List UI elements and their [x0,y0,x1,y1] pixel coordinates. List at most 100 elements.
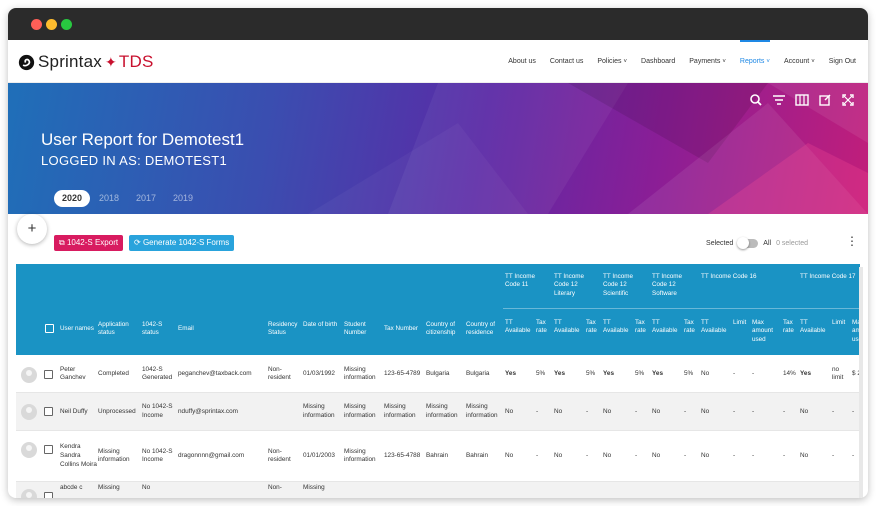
column-header[interactable]: Tax rate [586,319,602,336]
top-navigation: Sprintax ✦ TDS About us Contact us Policie… [8,40,868,83]
generate-label: Generate 1042-S Forms [142,238,230,247]
column-header[interactable]: User names [60,325,96,333]
nav-item-about-us[interactable]: About us [508,40,536,83]
avatar [21,366,37,383]
refresh-icon: ⟳ [134,238,143,247]
year-tab-2017[interactable]: 2017 [128,190,164,207]
table-cell: - [536,452,539,460]
year-tab-2019[interactable]: 2019 [165,190,201,207]
column-header[interactable]: TT Available [800,319,828,336]
nav-item-label: Sign Out [828,58,856,65]
avatar [21,489,37,498]
column-header[interactable]: Application status [98,321,140,338]
table-cell: Yes [652,370,664,378]
table-cell: 123-65-4789 [384,370,421,378]
column-header[interactable]: Tax rate [684,319,700,336]
table-cell: - [852,452,855,460]
year-tab-2018[interactable]: 2018 [91,190,127,207]
table-cell: No [554,407,563,415]
group-divider [503,308,860,309]
table-cell: Missing [98,484,120,491]
column-header[interactable]: TT Available [505,319,535,336]
nav-item-dashboard[interactable]: Dashboard [641,40,675,83]
filter-icon[interactable] [771,92,787,108]
table-cell: - [733,407,736,415]
nav-item-reports[interactable]: Reports ˅ [739,40,770,83]
column-header[interactable]: Email [178,325,258,333]
table-cell: Bulgaria [426,370,450,378]
table-cell: Neil Duffy [60,407,88,415]
main-menu: About us Contact us Policies ˅ Dashboard Paym… [494,40,856,83]
avatar [21,404,37,420]
column-header[interactable]: 1042-S status [142,321,176,338]
column-header[interactable]: TT Available [701,319,729,336]
table-cell: Yes [505,370,517,378]
add-button[interactable]: + [17,214,47,244]
maximize-window-button[interactable] [61,19,72,30]
table-cell: Missing information [344,365,376,382]
column-header[interactable]: Country of residence [466,321,504,338]
chevron-down-icon: ˅ [722,59,726,65]
minimize-window-button[interactable] [46,19,57,30]
table-cell: 01/01/2003 [303,452,335,460]
search-icon[interactable] [748,92,764,108]
nav-item-account[interactable]: Account ˅ [784,40,815,83]
vertical-scrollbar[interactable] [859,267,863,498]
close-window-button[interactable] [31,19,42,30]
table-cell: - [752,370,755,378]
column-header[interactable]: TT Available [652,319,682,336]
nav-item-payments[interactable]: Payments ˅ [689,40,726,83]
table-cell: No [554,452,563,460]
nav-item-sign-out[interactable]: Sign Out [829,40,856,83]
column-header[interactable]: Tax rate [536,319,552,336]
table-cell: Yes [603,370,615,378]
column-header[interactable]: Limit [733,319,749,327]
table-cell: - [635,407,638,415]
open-external-icon[interactable] [817,92,833,108]
sprintax-logo-icon [18,54,35,70]
row-checkbox[interactable] [44,492,53,498]
row-checkbox[interactable] [44,445,53,454]
columns-icon[interactable] [794,92,810,108]
table-row[interactable]: abcde c Missing No Non- Missing [16,482,860,498]
column-header[interactable]: Max amount used [752,319,780,344]
table-header: TT Income Code 11 TT Income Code 12 Liter… [16,264,860,355]
column-header[interactable]: Tax rate [635,319,651,336]
row-checkbox[interactable] [44,407,53,416]
column-header[interactable]: Residency Status [268,321,300,338]
column-header[interactable]: Limit [832,319,848,327]
year-tab-2020[interactable]: 2020 [54,190,90,207]
table-cell: - [733,452,736,460]
nav-item-label: Dashboard [641,58,676,65]
column-header[interactable]: Student Number [344,321,382,338]
table-cell: No [701,407,710,415]
table-cell: - [684,452,687,460]
table-row[interactable]: Peter Ganchev Completed 1042-S Generated pe… [16,356,860,393]
row-checkbox[interactable] [44,369,53,379]
fullscreen-icon[interactable] [840,92,856,108]
column-header[interactable]: TT Available [554,319,584,336]
nav-item-contact-us[interactable]: Contact us [550,40,583,83]
export-1042s-button[interactable]: ⧉ 1042-S Export [54,235,124,251]
generate-forms-button[interactable]: ⟳ Generate 1042-S Forms [129,235,235,251]
column-header[interactable]: Tax rate [783,319,799,336]
table-row[interactable]: Kendra Sandra Collins Moira Missing infor… [16,431,860,482]
group-header: TT Income Code 12 Software [652,273,682,297]
table-row[interactable]: Neil Duffy Unprocessed No 1042-S Income ndu… [16,393,860,431]
column-header[interactable]: Tax Number [384,325,424,333]
nav-item-label: Payments [689,58,721,65]
table-cell: No [652,452,661,460]
table-cell: - [733,370,736,378]
select-all-checkbox[interactable] [45,324,54,333]
selected-count: 0 selected [776,240,808,247]
brand-logo[interactable]: Sprintax ✦ TDS [18,52,154,72]
more-options-icon[interactable]: ⋮ [846,235,858,247]
nav-item-policies[interactable]: Policies ˅ [597,40,627,83]
selection-toggle[interactable] [737,237,759,249]
table-cell: Missing information [98,447,130,464]
column-header[interactable]: Date of birth [303,321,341,329]
column-header[interactable]: TT Available [603,319,633,336]
column-header[interactable]: Country of citizenship [426,321,464,338]
export-icon: ⧉ [59,238,67,247]
table-cell: peganchev@taxback.com [178,370,252,378]
